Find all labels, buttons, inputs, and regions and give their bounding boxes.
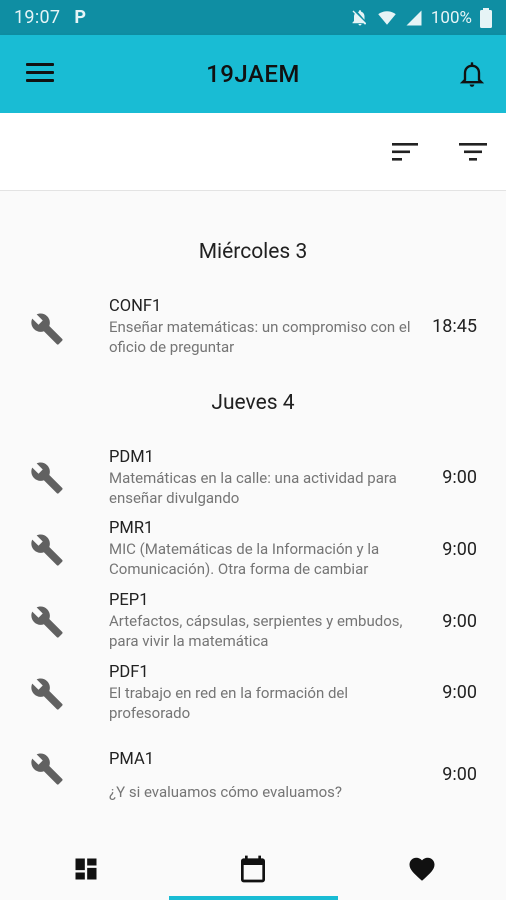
nav-calendar[interactable] — [169, 838, 337, 900]
event-code: PDM1 — [109, 448, 154, 467]
schedule-list: Miércoles 3 CONF1 Enseñar matemáticas: u… — [0, 192, 506, 838]
day-header: Jueves 4 — [211, 391, 295, 415]
heart-icon — [409, 857, 435, 881]
wrench-icon — [31, 753, 63, 785]
wrench-icon — [31, 606, 63, 638]
event-time: 9:00 — [442, 764, 477, 785]
bell-icon[interactable] — [458, 60, 486, 88]
event-item[interactable]: PDM1 Matemáticas en la calle: una activi… — [0, 445, 506, 517]
nav-selected-indicator — [169, 896, 338, 900]
event-description: El trabajo en red en la formación del pr… — [109, 684, 349, 722]
event-description: Artefactos, cápsulas, serpientes y embud… — [109, 612, 403, 650]
status-time: 19:07 — [14, 7, 61, 28]
wifi-icon — [378, 10, 396, 25]
event-code: PMA1 — [109, 750, 154, 769]
nav-dashboard[interactable] — [0, 838, 168, 900]
sort-icon[interactable] — [391, 139, 421, 165]
event-item[interactable]: PEP1 Artefactos, cápsulas, serpientes y … — [0, 589, 506, 661]
wrench-icon — [31, 534, 63, 566]
mute-icon — [352, 9, 366, 25]
bottom-navigation — [0, 838, 506, 900]
wrench-icon — [31, 678, 63, 710]
wrench-icon — [31, 462, 63, 494]
dashboard-icon — [75, 858, 96, 880]
event-item[interactable]: PDF1 El trabajo en red en la formación d… — [0, 660, 506, 732]
status-bar: 19:07 P 100% — [0, 0, 506, 35]
event-code: PEP1 — [109, 591, 149, 610]
event-item[interactable]: PMR1 MIC (Matemáticas de la Información … — [0, 517, 506, 589]
app-bar: 19JAEM — [0, 35, 506, 113]
filter-icon[interactable] — [458, 139, 488, 165]
event-item[interactable]: PMA1 ¿Y si evaluamos cómo evaluamos? 9:0… — [0, 744, 506, 816]
event-time: 9:00 — [442, 467, 477, 488]
event-item[interactable]: CONF1 Enseñar matemáticas: un compromiso… — [0, 294, 506, 366]
calendar-icon — [241, 855, 265, 883]
event-time: 9:00 — [442, 682, 477, 703]
event-code: PMR1 — [109, 519, 154, 538]
event-time: 9:00 — [442, 611, 477, 632]
app-title: 19JAEM — [206, 60, 300, 88]
nav-favorites[interactable] — [338, 838, 506, 900]
battery-icon — [480, 7, 492, 28]
event-description: Enseñar matemáticas: un compromiso con e… — [109, 318, 411, 356]
signal-icon — [406, 10, 422, 25]
day-header: Miércoles 3 — [198, 240, 308, 264]
status-icons: 100% — [351, 7, 492, 28]
parking-app-icon: P — [74, 7, 86, 28]
event-code: CONF1 — [109, 297, 162, 316]
event-code: PDF1 — [109, 663, 149, 682]
event-time: 18:45 — [432, 316, 477, 337]
battery-percent: 100% — [430, 7, 472, 28]
sort-filter-toolbar — [0, 113, 506, 191]
event-time: 9:00 — [442, 539, 477, 560]
event-description: ¿Y si evaluamos cómo evaluamos? — [109, 783, 342, 801]
event-description: MIC (Matemáticas de la Información y la … — [109, 540, 380, 578]
wrench-icon — [31, 313, 63, 345]
menu-icon[interactable] — [26, 63, 54, 85]
event-description: Matemáticas en la calle: una actividad p… — [109, 469, 397, 507]
